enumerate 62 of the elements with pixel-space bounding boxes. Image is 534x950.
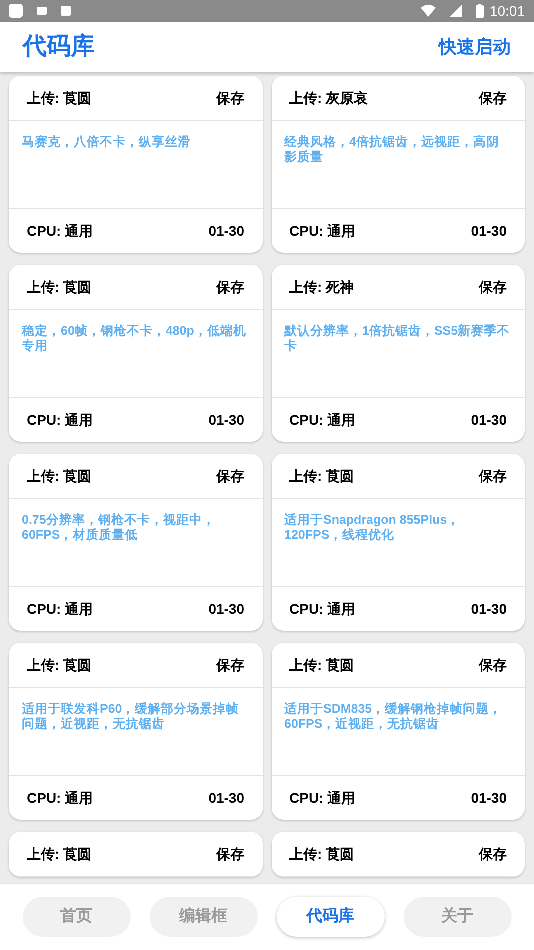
page-title: 代码库	[23, 32, 95, 62]
date-label: 01-30	[208, 410, 244, 430]
cpu-label: CPU: 通用	[27, 788, 94, 808]
cpu-label: CPU: 通用	[27, 222, 94, 240]
uploader-label: 上传: 死神	[290, 278, 354, 296]
uploader-label: 上传: 莨圆	[27, 844, 92, 864]
code-card[interactable]: 上传: 莨圆 保存 马赛克，八倍不卡，纵享丝滑 CPU: 通用 01-30	[9, 76, 262, 253]
save-button[interactable]: 保存	[479, 276, 507, 298]
save-button[interactable]: 保存	[479, 654, 507, 676]
date-label: 01-30	[208, 600, 244, 618]
save-button[interactable]: 保存	[216, 88, 244, 108]
config-description: 马赛克，八倍不卡，纵享丝滑	[22, 135, 192, 150]
code-card[interactable]: 上传: 莨圆 保存 稳定，60帧，钢枪不卡，480p，低端机专用 CPU: 通用 01-30	[9, 265, 262, 442]
date-label: 01-30	[471, 788, 507, 808]
uploader-label: 上传: 莨圆	[27, 278, 92, 296]
nav-tab[interactable]: 代码库	[276, 897, 384, 937]
cpu-label: CPU: 通用	[290, 788, 356, 808]
save-button[interactable]: 保存	[479, 88, 507, 108]
uploader-label: 上传: 灰原哀	[290, 88, 368, 108]
uploader-label: 上传: 莨圆	[27, 656, 92, 674]
date-label: 01-30	[471, 410, 507, 430]
battery-icon	[476, 4, 484, 18]
date-label: 01-30	[208, 788, 244, 808]
cpu-label: CPU: 通用	[290, 410, 356, 430]
date-label: 01-30	[208, 222, 244, 240]
config-description: 适用于联发科P60，缓解部分场景掉帧问题，近视距，无抗锯齿	[22, 702, 240, 732]
config-description: 适用于Snapdragon 855Plus，120FPS，线程优化	[284, 513, 462, 543]
code-card[interactable]: 上传: 莨圆 保存	[9, 832, 262, 877]
config-description: 经典风格，4倍抗锯齿，远视距，高阴影质量	[284, 135, 500, 165]
save-button[interactable]: 保存	[216, 276, 244, 298]
save-button[interactable]: 保存	[216, 466, 244, 486]
code-card[interactable]: 上传: 莨圆 保存 适用于SDM835，缓解钢枪掉帧问题，60FPS，近视距，无抗锯齿 CPU: 通用 01-30	[272, 643, 525, 820]
app-icon	[9, 4, 23, 18]
code-card[interactable]: 上传: 莨圆 保存 适用于Snapdragon 855Plus，120FPS，线程优化 CPU: 通用 01-30	[272, 454, 525, 631]
config-description: 默认分辨率，1倍抗锯齿，SS5新赛季不卡	[284, 324, 512, 354]
save-button[interactable]: 保存	[479, 466, 507, 486]
uploader-label: 上传: 莨圆	[27, 88, 92, 108]
code-card[interactable]: 上传: 莨圆 保存	[272, 832, 525, 877]
code-card[interactable]: 上传: 灰原哀 保存 经典风格，4倍抗锯齿，远视距，高阴影质量 CPU: 通用 01-30	[272, 76, 525, 253]
uploader-label: 上传: 莨圆	[27, 466, 92, 486]
save-button[interactable]: 保存	[216, 844, 244, 864]
uploader-label: 上传: 莨圆	[290, 466, 354, 486]
quick-start-button[interactable]: 快速启动	[439, 34, 511, 60]
cpu-label: CPU: 通用	[27, 410, 94, 430]
date-label: 01-30	[471, 222, 507, 240]
status-time: 10:01	[490, 2, 525, 20]
save-button[interactable]: 保存	[216, 654, 244, 676]
code-card[interactable]: 上传: 死神 保存 默认分辨率，1倍抗锯齿，SS5新赛季不卡 CPU: 通用 01-30	[272, 265, 525, 442]
config-description: 适用于SDM835，缓解钢枪掉帧问题，60FPS，近视距，无抗锯齿	[284, 702, 504, 732]
code-card[interactable]: 上传: 莨圆 保存 0.75分辨率，钢枪不卡，视距中，60FPS，材质质量低 CPU: 通用 01-30	[9, 454, 262, 631]
uploader-label: 上传: 莨圆	[290, 656, 354, 674]
cpu-label: CPU: 通用	[27, 600, 94, 618]
cpu-label: CPU: 通用	[290, 222, 356, 240]
date-label: 01-30	[471, 600, 507, 618]
cpu-label: CPU: 通用	[290, 600, 356, 618]
code-card[interactable]: 上传: 莨圆 保存 适用于联发科P60，缓解部分场景掉帧问题，近视距，无抗锯齿 CPU: 通用 01-30	[9, 643, 262, 820]
wifi-icon	[420, 5, 436, 17]
config-description: 稳定，60帧，钢枪不卡，480p，低端机专用	[22, 324, 248, 354]
signal-icon	[450, 5, 462, 17]
uploader-label: 上传: 莨圆	[290, 844, 354, 864]
save-button[interactable]: 保存	[479, 844, 507, 864]
config-description: 0.75分辨率，钢枪不卡，视距中，60FPS，材质质量低	[22, 513, 216, 543]
